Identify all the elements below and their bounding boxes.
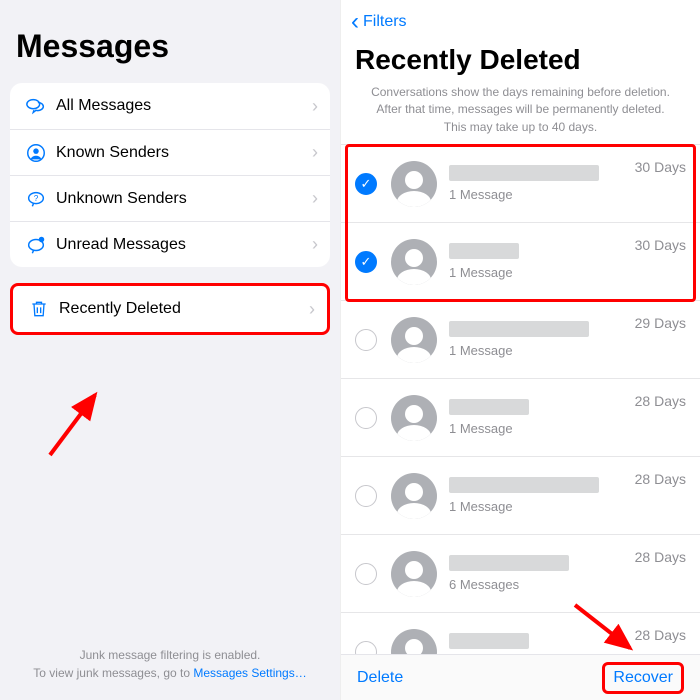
deleted-list: ✓ 1 Message 30 Days ✓ 1 Message 30 Days 1 Mess… [341,144,700,654]
avatar [391,239,437,285]
redacted-name [449,321,589,337]
redacted-name [449,165,599,181]
days-remaining: 30 Days [635,237,686,253]
filter-unknown-senders[interactable]: ? Unknown Senders › [10,175,330,221]
annotation-arrow-icon [570,600,640,660]
recover-button[interactable]: Recover [602,662,684,694]
message-count: 1 Message [449,421,627,436]
filter-label: Unread Messages [56,236,312,254]
selection-check[interactable] [355,329,377,351]
avatar [391,551,437,597]
speech-bubbles-icon [22,95,50,117]
selection-check[interactable] [355,485,377,507]
selection-check[interactable] [355,641,377,654]
days-remaining: 28 Days [635,549,686,565]
info-text: Conversations show the days remaining be… [341,84,700,144]
list-item[interactable]: 1 Message 29 Days [341,300,700,378]
avatar [391,473,437,519]
chevron-right-icon: › [312,142,318,163]
redacted-name [449,555,569,571]
list-item[interactable]: 1 Message 28 Days [341,456,700,534]
chevron-right-icon: › [309,299,315,320]
page-title: Messages [16,28,324,65]
recently-deleted-card: Recently Deleted › [10,283,330,335]
redacted-name [449,477,599,493]
selection-check[interactable] [355,563,377,585]
redacted-name [449,243,519,259]
filter-unread-messages[interactable]: Unread Messages › [10,221,330,267]
trash-icon [25,299,53,319]
chevron-right-icon: › [312,234,318,255]
message-count: 1 Message [449,343,627,358]
filter-label: Known Senders [56,144,312,162]
svg-text:?: ? [34,193,39,202]
avatar [391,629,437,654]
avatar [391,317,437,363]
days-remaining: 28 Days [635,471,686,487]
badge-bubble-icon [22,234,50,256]
days-remaining: 30 Days [635,159,686,175]
list-item[interactable]: 6 Messages 28 Days [341,534,700,612]
chevron-right-icon: › [312,96,318,117]
person-circle-icon [22,142,50,164]
filter-known-senders[interactable]: Known Senders › [10,129,330,175]
message-count: 1 Message [449,499,627,514]
selection-check[interactable]: ✓ [355,251,377,273]
selection-check[interactable]: ✓ [355,173,377,195]
chevron-left-icon: ‹ [351,10,359,34]
redacted-name [449,633,529,649]
filter-list: All Messages › Known Senders › ? Unknown… [10,83,330,267]
list-item[interactable]: ✓ 1 Message 30 Days [341,144,700,222]
avatar [391,395,437,441]
footer-note: Junk message filtering is enabled. To vi… [0,646,340,682]
chevron-right-icon: › [312,188,318,209]
toolbar: Delete Recover [341,654,700,700]
days-remaining: 28 Days [635,627,686,643]
filter-label: Unknown Senders [56,190,312,208]
list-item[interactable]: 1 Message 28 Days [341,378,700,456]
selection-check[interactable] [355,407,377,429]
list-item[interactable]: 1 Message28 Days [341,612,700,654]
days-remaining: 28 Days [635,393,686,409]
avatar [391,161,437,207]
message-count: 1 Message [449,265,627,280]
back-label: Filters [363,13,407,31]
filter-recently-deleted[interactable]: Recently Deleted › [13,286,327,332]
message-count: 6 Messages [449,577,627,592]
filter-label: All Messages [56,97,312,115]
list-item[interactable]: ✓ 1 Message 30 Days [341,222,700,300]
messages-settings-link[interactable]: Messages Settings… [193,666,306,680]
filter-label: Recently Deleted [59,300,309,318]
page-title: Recently Deleted [355,44,686,76]
question-bubble-icon: ? [22,188,50,210]
days-remaining: 29 Days [635,315,686,331]
annotation-arrow-icon [40,380,110,460]
back-button[interactable]: ‹ Filters [341,0,700,40]
message-count: 1 Message [449,187,627,202]
delete-button[interactable]: Delete [357,669,403,687]
redacted-name [449,399,529,415]
filter-all-messages[interactable]: All Messages › [10,83,330,129]
